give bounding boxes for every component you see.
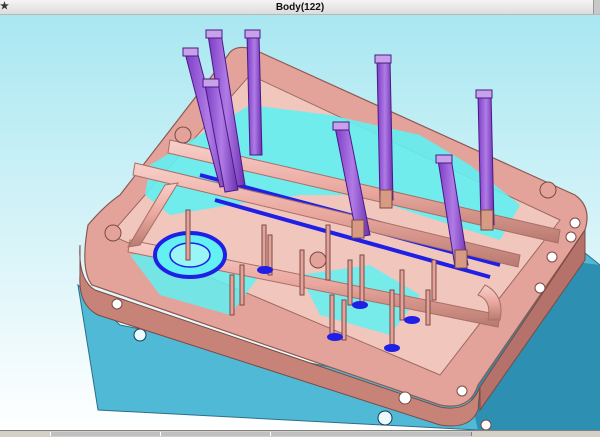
- cad-model-canvas[interactable]: [0, 15, 600, 430]
- graphics-viewport[interactable]: [0, 15, 600, 430]
- app-icon: ★: [0, 1, 9, 12]
- pipe-fitting: [309, 251, 327, 269]
- base-hole: [133, 328, 147, 342]
- pipe-fitting: [539, 181, 557, 199]
- window-titlebar[interactable]: ★ Body(122): [0, 0, 600, 15]
- status-segment: [270, 432, 472, 436]
- pipe-fitting: [174, 126, 192, 144]
- base-hole: [377, 410, 393, 426]
- status-segment: [50, 432, 162, 436]
- window-title: Body(122): [275, 1, 325, 13]
- pipe-fitting: [104, 224, 122, 242]
- status-segment: [160, 432, 272, 436]
- window-control[interactable]: [593, 0, 600, 14]
